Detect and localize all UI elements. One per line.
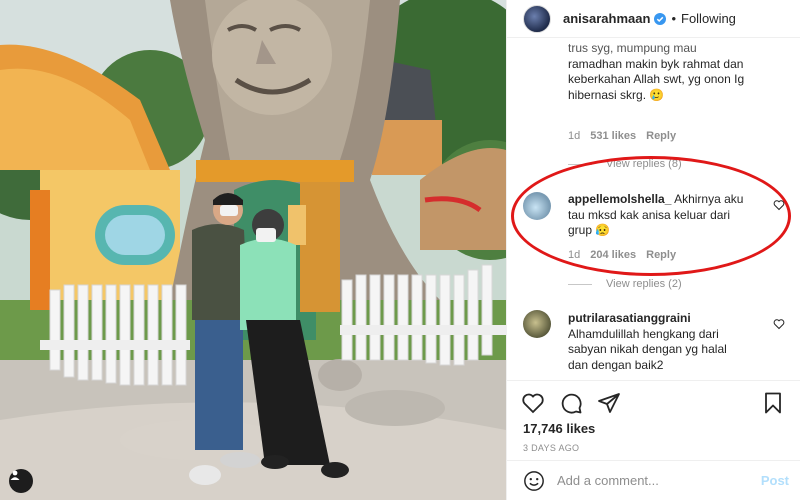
add-comment-bar: Post [507,460,800,500]
view-replies-button[interactable]: View replies (2) [568,278,682,290]
post-photo[interactable] [0,0,506,500]
heart-icon[interactable] [521,391,545,415]
comment-line: Alhamdulillah hengkang dari [568,326,719,341]
comment-line: trus syg, mumpung mau [568,41,697,55]
user-tag-button[interactable] [9,469,33,493]
comment-line: keberkahan Allah swt, yg onon Ig [568,72,745,86]
comment-text: trus syg, mumpung mau ramadhan makin byk… [568,41,788,103]
reply-button[interactable]: Reply [646,130,676,142]
likes-count[interactable]: 17,746 likes [523,421,595,436]
author-username[interactable]: anisarahmaan [563,11,650,26]
comment-likes[interactable]: 204 likes [590,249,636,261]
following-button[interactable]: Following [681,11,736,26]
comment-line: tau mksd kak anisa keluar dari [568,207,731,222]
post-actions: 17,746 likes 3 DAYS AGO [507,380,800,460]
post-timestamp[interactable]: 3 DAYS AGO [523,443,579,453]
emoji-icon[interactable] [523,470,545,492]
comment-like-heart-icon[interactable] [773,199,785,211]
user-tag-icon [10,470,20,480]
post-side-panel: anisarahmaan • Following trus syg, mumpu… [506,0,800,500]
comment-age: 1d [568,249,581,261]
view-replies-label: View replies (2) [606,278,682,290]
view-replies-label: View replies (8) [606,158,682,170]
photo-illustration [0,0,506,500]
comment-likes[interactable]: 531 likes [590,130,636,142]
comment-icon[interactable] [559,391,583,415]
commenter-username[interactable]: putrilarasatianggraini [568,311,691,325]
comment-text: appellemolshella_ Akhirnya aku tau mksd … [568,192,768,239]
view-replies-button[interactable]: View replies (8) [568,158,682,170]
post-header: anisarahmaan • Following [507,0,800,38]
comment-meta: 1d 204 likes Reply [568,249,676,261]
commenter-avatar[interactable] [523,192,551,220]
header-separator: • [671,11,676,26]
comment-like-heart-icon[interactable] [773,318,785,330]
post-comment-button[interactable]: Post [761,473,789,488]
comment-input[interactable] [557,473,757,488]
verified-badge-icon [654,12,667,25]
share-icon[interactable] [597,391,621,415]
comment-line: dan dengan baik2 [568,357,664,372]
comments-list[interactable]: trus syg, mumpung mau ramadhan makin byk… [507,38,800,380]
comment-meta: 1d 531 likes Reply [568,130,676,142]
commenter-avatar[interactable] [523,310,551,338]
comment-line: sabyan nikah dengan yg halal [568,342,727,356]
bookmark-icon[interactable] [761,391,785,415]
comment-text: putrilarasatianggraini Alhamdulillah hen… [568,311,778,373]
action-icons [521,391,621,415]
author-avatar[interactable] [523,4,551,33]
comment-line: grup 😥 [568,223,611,237]
comment-line: Akhirnya aku [674,192,744,206]
comment-line: ramadhan makin byk rahmat dan [568,56,744,71]
comment-line: hibernasi skrg. 🥲 [568,87,665,102]
comment-age: 1d [568,130,581,142]
reply-button[interactable]: Reply [646,249,676,261]
commenter-username[interactable]: appellemolshella_ [568,192,671,206]
